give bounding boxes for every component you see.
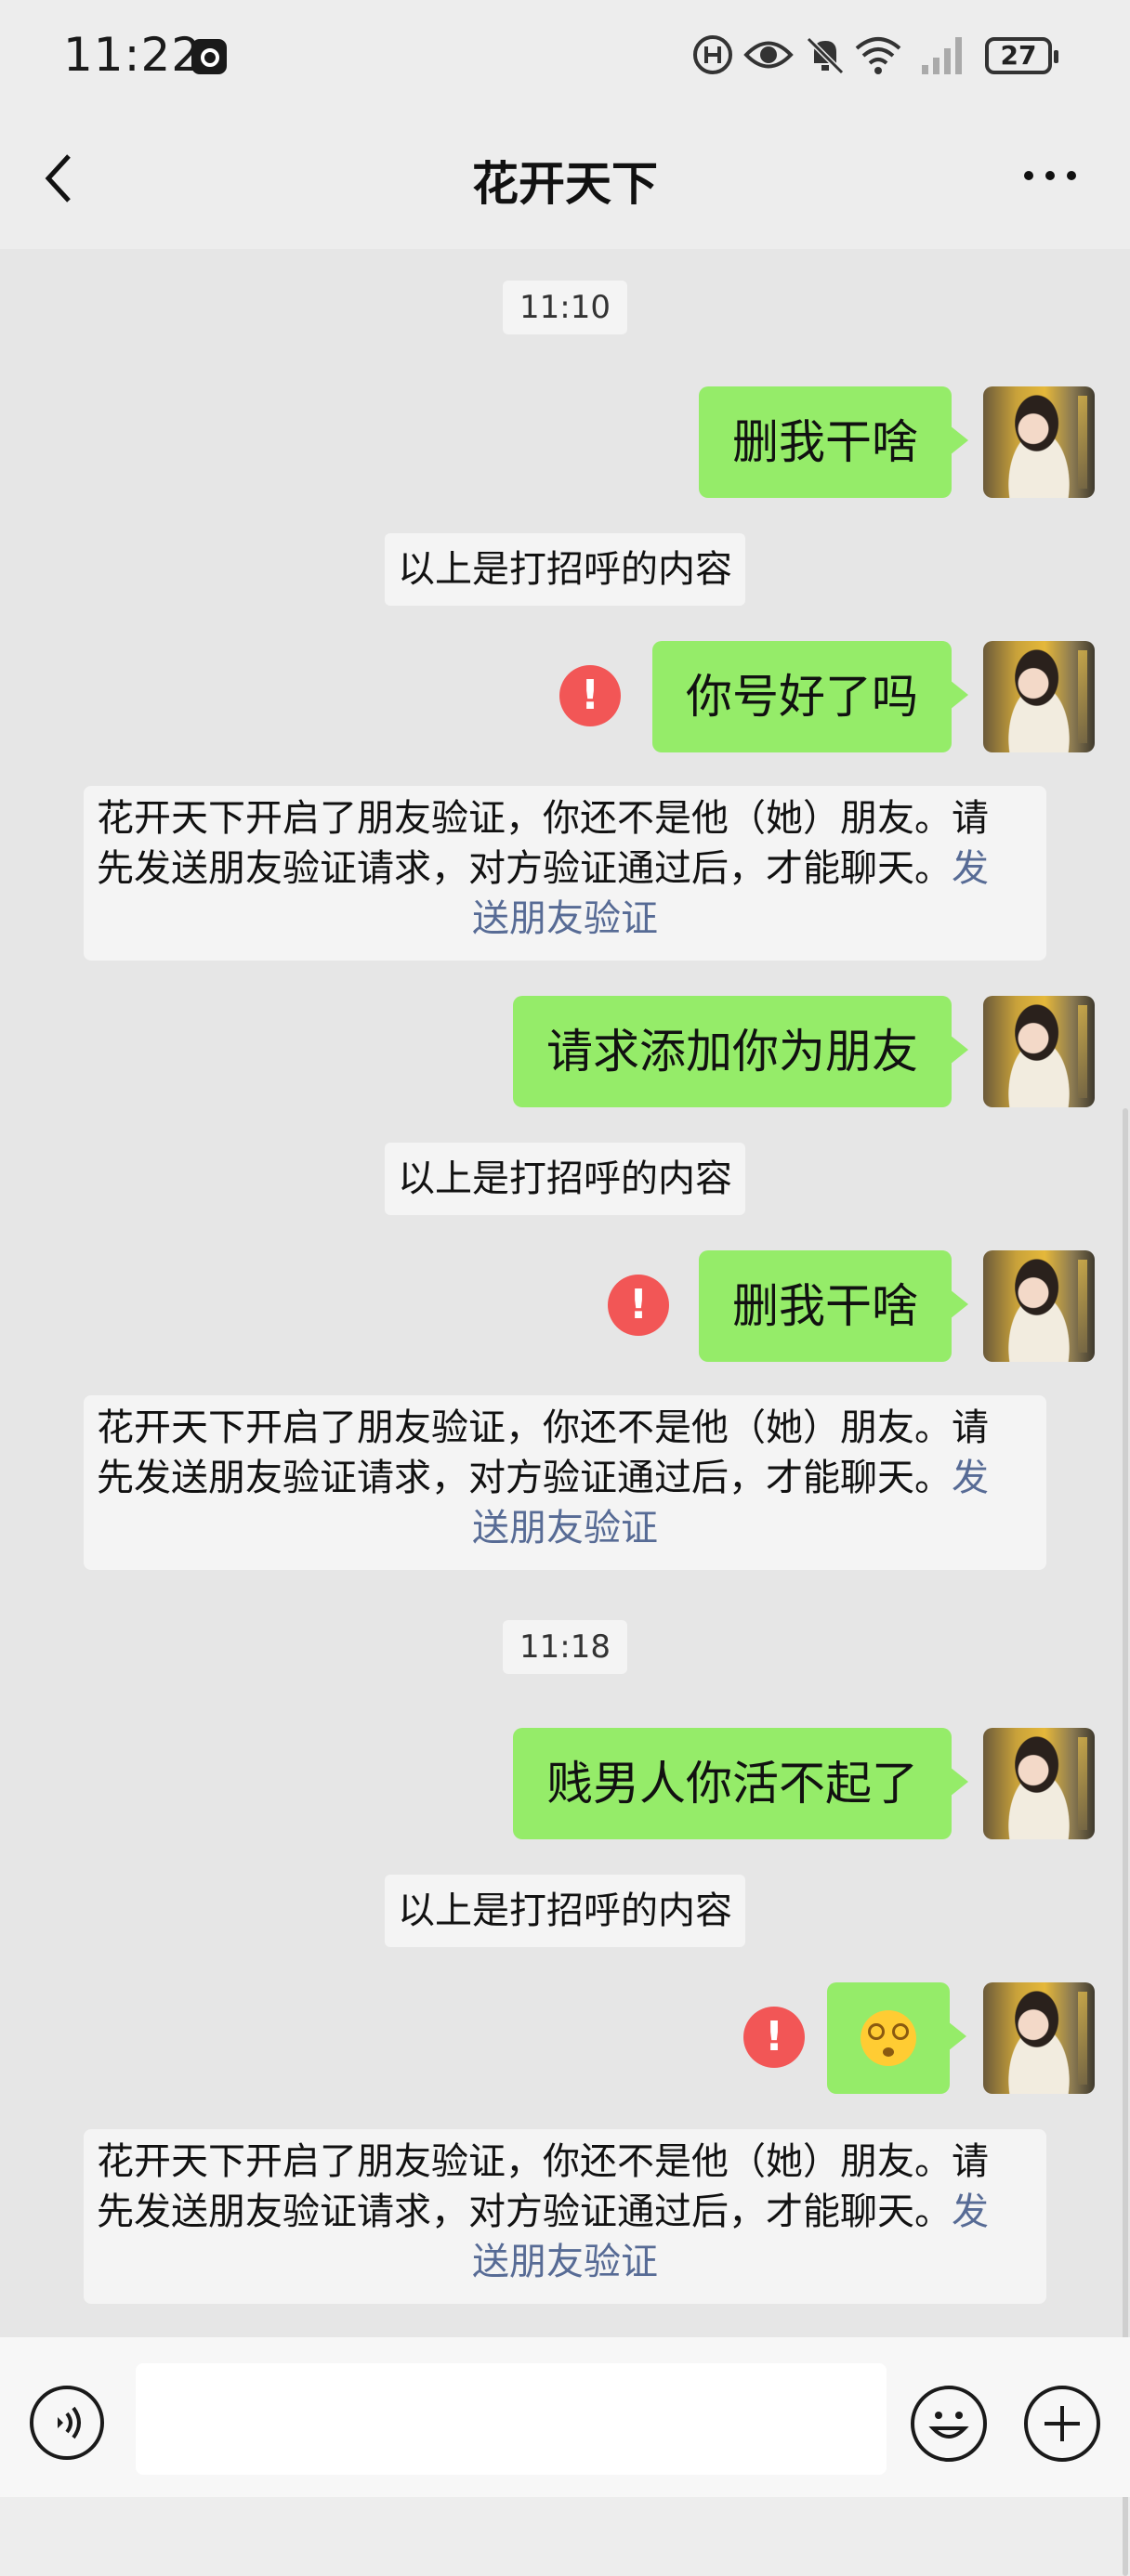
friend-verification-notice: 花开天下开启了朋友验证，你还不是他（她）朋友。请 先发送朋友验证请求，对方验证通… (84, 2129, 1046, 2304)
friend-verification-notice: 花开天下开启了朋友验证，你还不是他（她）朋友。请 先发送朋友验证请求，对方验证通… (84, 786, 1046, 961)
notice-line: 先发送朋友验证请求，对方验证通过后，才能聊天。发 (84, 2187, 1046, 2237)
outgoing-message-bubble[interactable]: 删我干啥 (699, 1250, 968, 1362)
voice-input-icon[interactable] (30, 2386, 104, 2460)
dizzy-face-emoji (861, 2010, 916, 2066)
eye-icon (743, 41, 794, 69)
outgoing-message-bubble[interactable]: 请求添加你为朋友 (513, 996, 968, 1107)
notice-line: 花开天下开启了朋友验证，你还不是他（她）朋友。请 (97, 2140, 989, 2183)
mute-bell-icon (806, 36, 845, 75)
hd-call-icon (693, 35, 732, 74)
send-verification-link[interactable]: 发 (952, 847, 989, 890)
emoji-icon[interactable] (911, 2386, 987, 2462)
page-title: 花开天下 (472, 157, 658, 211)
avatar[interactable] (983, 386, 1095, 498)
wifi-icon (855, 37, 901, 74)
avatar[interactable] (983, 1728, 1095, 1839)
status-bar: 11:22 27 (0, 0, 1130, 110)
send-verification-link[interactable]: 发 (952, 1457, 989, 1499)
send-failed-icon[interactable]: ! (743, 2007, 805, 2068)
notice-line: 花开天下开启了朋友验证，你还不是他（她）朋友。请 (97, 1406, 989, 1449)
battery-icon: 27 (985, 37, 1058, 74)
notice-text: 先发送朋友验证请求，对方验证通过后，才能聊天。 (97, 2190, 952, 2233)
chat-header: 花开天下 (0, 110, 1130, 249)
chat-area[interactable]: 11:10 删我干啥 以上是打招呼的内容 ! 你号好了吗 花开天下开启了朋友验证… (0, 249, 1130, 2576)
input-bar (0, 2337, 1130, 2497)
app-notification-icon (191, 39, 227, 74)
friend-verification-notice: 花开天下开启了朋友验证，你还不是他（她）朋友。请 先发送朋友验证请求，对方验证通… (84, 1395, 1046, 1570)
notice-line: 先发送朋友验证请求，对方验证通过后，才能聊天。发 (84, 843, 1046, 894)
send-verification-link[interactable]: 送朋友验证 (84, 2237, 1046, 2287)
notice-line: 先发送朋友验证请求，对方验证通过后，才能聊天。发 (84, 1453, 1046, 1503)
message-input[interactable] (136, 2363, 887, 2475)
avatar[interactable] (983, 1982, 1095, 2094)
send-failed-icon[interactable]: ! (608, 1275, 669, 1336)
greeting-hint: 以上是打招呼的内容 (385, 1143, 745, 1215)
time-divider: 11:10 (503, 281, 627, 334)
avatar[interactable] (983, 1250, 1095, 1362)
avatar[interactable] (983, 641, 1095, 752)
status-time: 11:22 (63, 28, 203, 82)
notice-text: 先发送朋友验证请求，对方验证通过后，才能聊天。 (97, 847, 952, 890)
send-failed-icon[interactable]: ! (559, 665, 621, 726)
plus-icon[interactable] (1024, 2386, 1100, 2462)
more-dots-icon[interactable] (1022, 169, 1078, 182)
outgoing-message-bubble[interactable]: 贱男人你活不起了 (513, 1728, 968, 1839)
greeting-hint: 以上是打招呼的内容 (385, 1875, 745, 1947)
greeting-hint: 以上是打招呼的内容 (385, 533, 745, 606)
cellular-signal-icon (922, 37, 962, 74)
notice-text: 先发送朋友验证请求，对方验证通过后，才能聊天。 (97, 1457, 952, 1499)
outgoing-emoji-bubble[interactable] (827, 1982, 966, 2094)
send-verification-link[interactable]: 送朋友验证 (84, 1503, 1046, 1553)
outgoing-message-bubble[interactable]: 删我干啥 (699, 386, 968, 498)
send-verification-link[interactable]: 送朋友验证 (84, 894, 1046, 944)
time-divider: 11:18 (503, 1620, 627, 1674)
notice-line: 花开天下开启了朋友验证，你还不是他（她）朋友。请 (97, 797, 989, 840)
send-verification-link[interactable]: 发 (952, 2190, 989, 2233)
outgoing-message-bubble[interactable]: 你号好了吗 (652, 641, 968, 752)
avatar[interactable] (983, 996, 1095, 1107)
